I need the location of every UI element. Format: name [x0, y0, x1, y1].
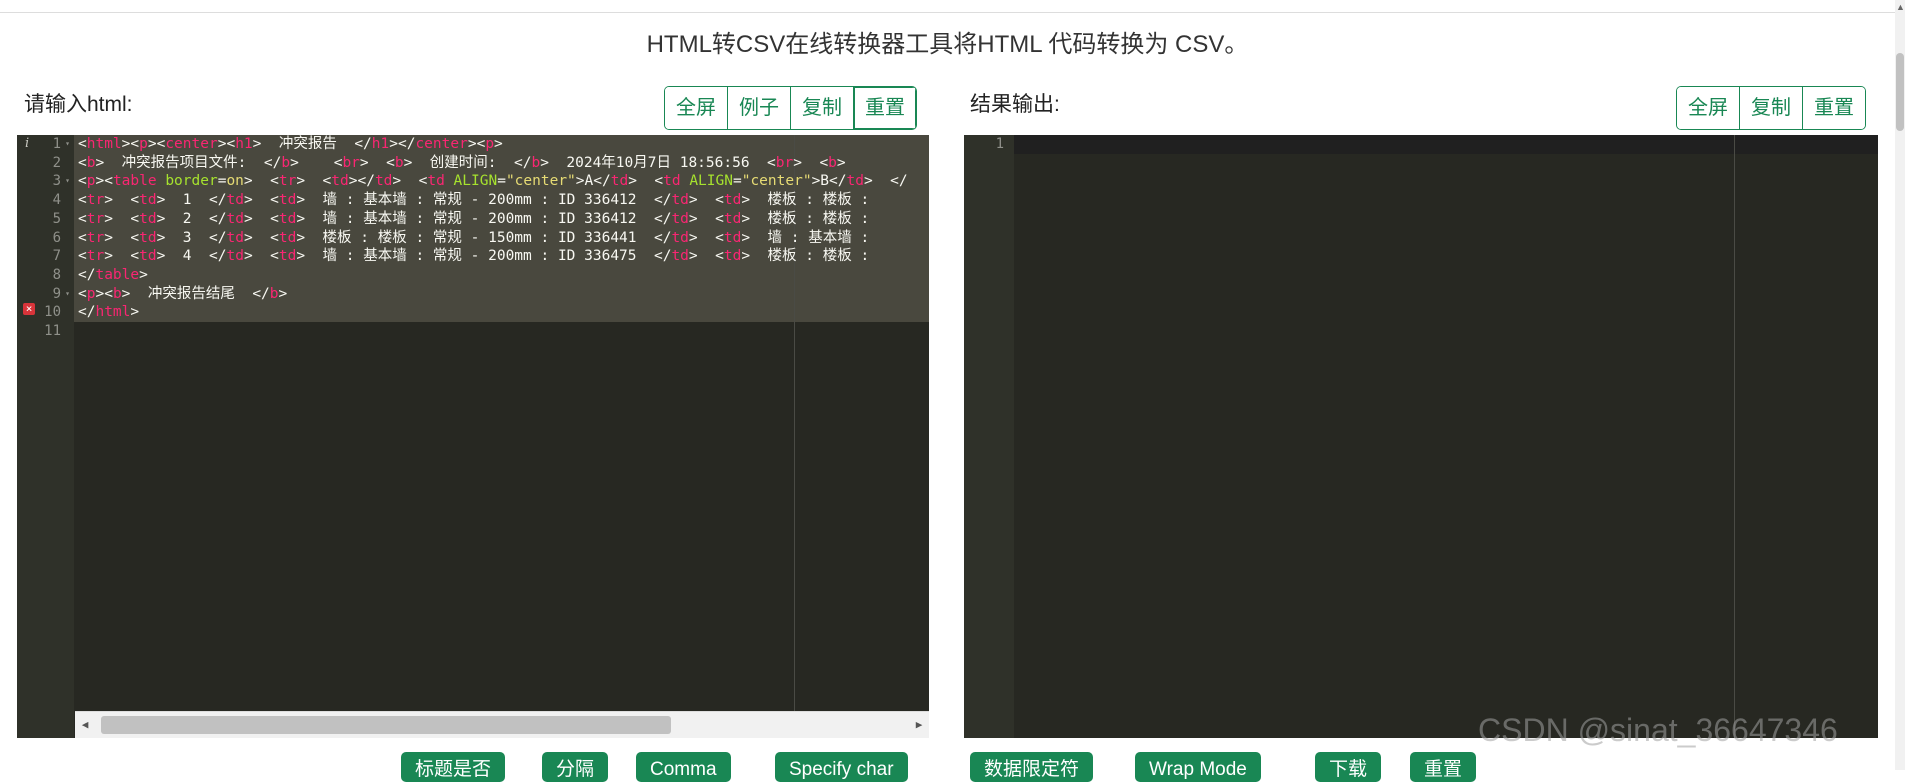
- scroll-right-icon[interactable]: ▶: [909, 712, 929, 738]
- input-code-area[interactable]: <html><p><center><h1> 冲突报告 </h1></center…: [74, 135, 929, 738]
- fold-arrow-icon[interactable]: ▾: [65, 135, 70, 154]
- line-number: 2: [52, 154, 61, 171]
- code-line: <p><table border=on> <tr> <td></td> <td …: [78, 173, 908, 190]
- comma-button[interactable]: Comma: [636, 752, 731, 782]
- scroll-left-icon[interactable]: ◀: [75, 712, 95, 738]
- active-line-highlight: [1014, 135, 1878, 154]
- input-gutter: i × 1 2 3 4 5 6 7 8 9 10 11 ▾ ▾ ▾: [17, 135, 74, 738]
- output-gutter: 1: [964, 135, 1014, 738]
- watermark: CSDN @sinat_36647346: [1478, 712, 1838, 748]
- info-annotation-icon: i: [25, 136, 30, 151]
- output-label: 结果输出:: [970, 93, 1060, 116]
- line-number: 8: [52, 266, 61, 283]
- qualifier-button[interactable]: 数据限定符: [970, 752, 1094, 782]
- line-number: 11: [44, 323, 61, 339]
- horizontal-scrollbar[interactable]: ◀ ▶: [75, 711, 929, 738]
- page-title: HTML转CSV在线转换器工具将HTML 代码转换为 CSV。: [646, 31, 1249, 58]
- top-divider: [0, 12, 1895, 13]
- fold-arrow-icon[interactable]: ▾: [65, 285, 70, 304]
- line-number: 10: [44, 304, 61, 321]
- line-number: 1: [995, 136, 1004, 152]
- code-line: </html>: [78, 304, 140, 321]
- bottom-reset-button[interactable]: 重置: [1410, 752, 1477, 782]
- line-number: 9: [52, 285, 61, 302]
- page-scrollbar-thumb[interactable]: [1896, 53, 1904, 131]
- code-line: <tr> <td> 1 </td> <td> 墙 : 基本墙 : 常规 - 20…: [78, 192, 870, 209]
- input-fullscreen-button[interactable]: 全屏: [665, 87, 727, 129]
- code-line: <p><b> 冲突报告结尾 </b>: [78, 285, 288, 302]
- line-number: 7: [52, 248, 61, 265]
- fold-arrow-icon[interactable]: ▾: [65, 172, 70, 191]
- code-line: <tr> <td> 2 </td> <td> 墙 : 基本墙 : 常规 - 20…: [78, 210, 870, 227]
- input-example-button[interactable]: 例子: [727, 87, 790, 129]
- input-copy-button[interactable]: 复制: [790, 87, 853, 129]
- output-copy-button[interactable]: 复制: [1739, 87, 1802, 129]
- download-button[interactable]: 下载: [1315, 752, 1382, 782]
- wrap-mode-button[interactable]: Wrap Mode: [1135, 752, 1261, 782]
- error-annotation-icon: ×: [23, 303, 35, 315]
- code-line: <b> 冲突报告项目文件: </b> <br> <b> 创建时间: </b> 2…: [78, 154, 846, 171]
- code-line: <tr> <td> 4 </td> <td> 墙 : 基本墙 : 常规 - 20…: [78, 248, 870, 265]
- csv-output-editor[interactable]: 1: [964, 135, 1878, 738]
- scrollbar-thumb[interactable]: [101, 716, 671, 734]
- scroll-up-icon[interactable]: ▲: [1896, 2, 1905, 12]
- input-label: 请输入html:: [24, 93, 133, 116]
- line-number: 3: [52, 173, 61, 190]
- output-button-group: 全屏 复制 重置: [1676, 86, 1866, 130]
- output-reset-button[interactable]: 重置: [1802, 87, 1865, 129]
- specify-char-button[interactable]: Specify char: [775, 752, 908, 782]
- line-number: 1: [52, 136, 61, 152]
- output-fullscreen-button[interactable]: 全屏: [1677, 87, 1739, 129]
- input-button-group: 全屏 例子 复制 重置: [664, 86, 917, 130]
- html-input-editor[interactable]: i × 1 2 3 4 5 6 7 8 9 10 11 ▾ ▾ ▾ <html>…: [17, 135, 929, 738]
- code-line: </table>: [78, 266, 148, 283]
- input-reset-button[interactable]: 重置: [853, 87, 916, 129]
- line-number: 6: [52, 229, 61, 246]
- header-toggle-button[interactable]: 标题是否: [401, 752, 506, 782]
- code-line: <html><p><center><h1> 冲突报告 </h1></center…: [78, 136, 503, 152]
- code-line: <tr> <td> 3 </td> <td> 楼板 : 楼板 : 常规 - 15…: [78, 229, 870, 246]
- line-number: 5: [52, 210, 61, 227]
- page-vertical-scrollbar[interactable]: ▲: [1895, 0, 1905, 770]
- output-code-area[interactable]: [1014, 135, 1878, 738]
- line-number: 4: [52, 192, 61, 209]
- print-margin: [1734, 135, 1735, 738]
- delimiter-button[interactable]: 分隔: [542, 752, 609, 782]
